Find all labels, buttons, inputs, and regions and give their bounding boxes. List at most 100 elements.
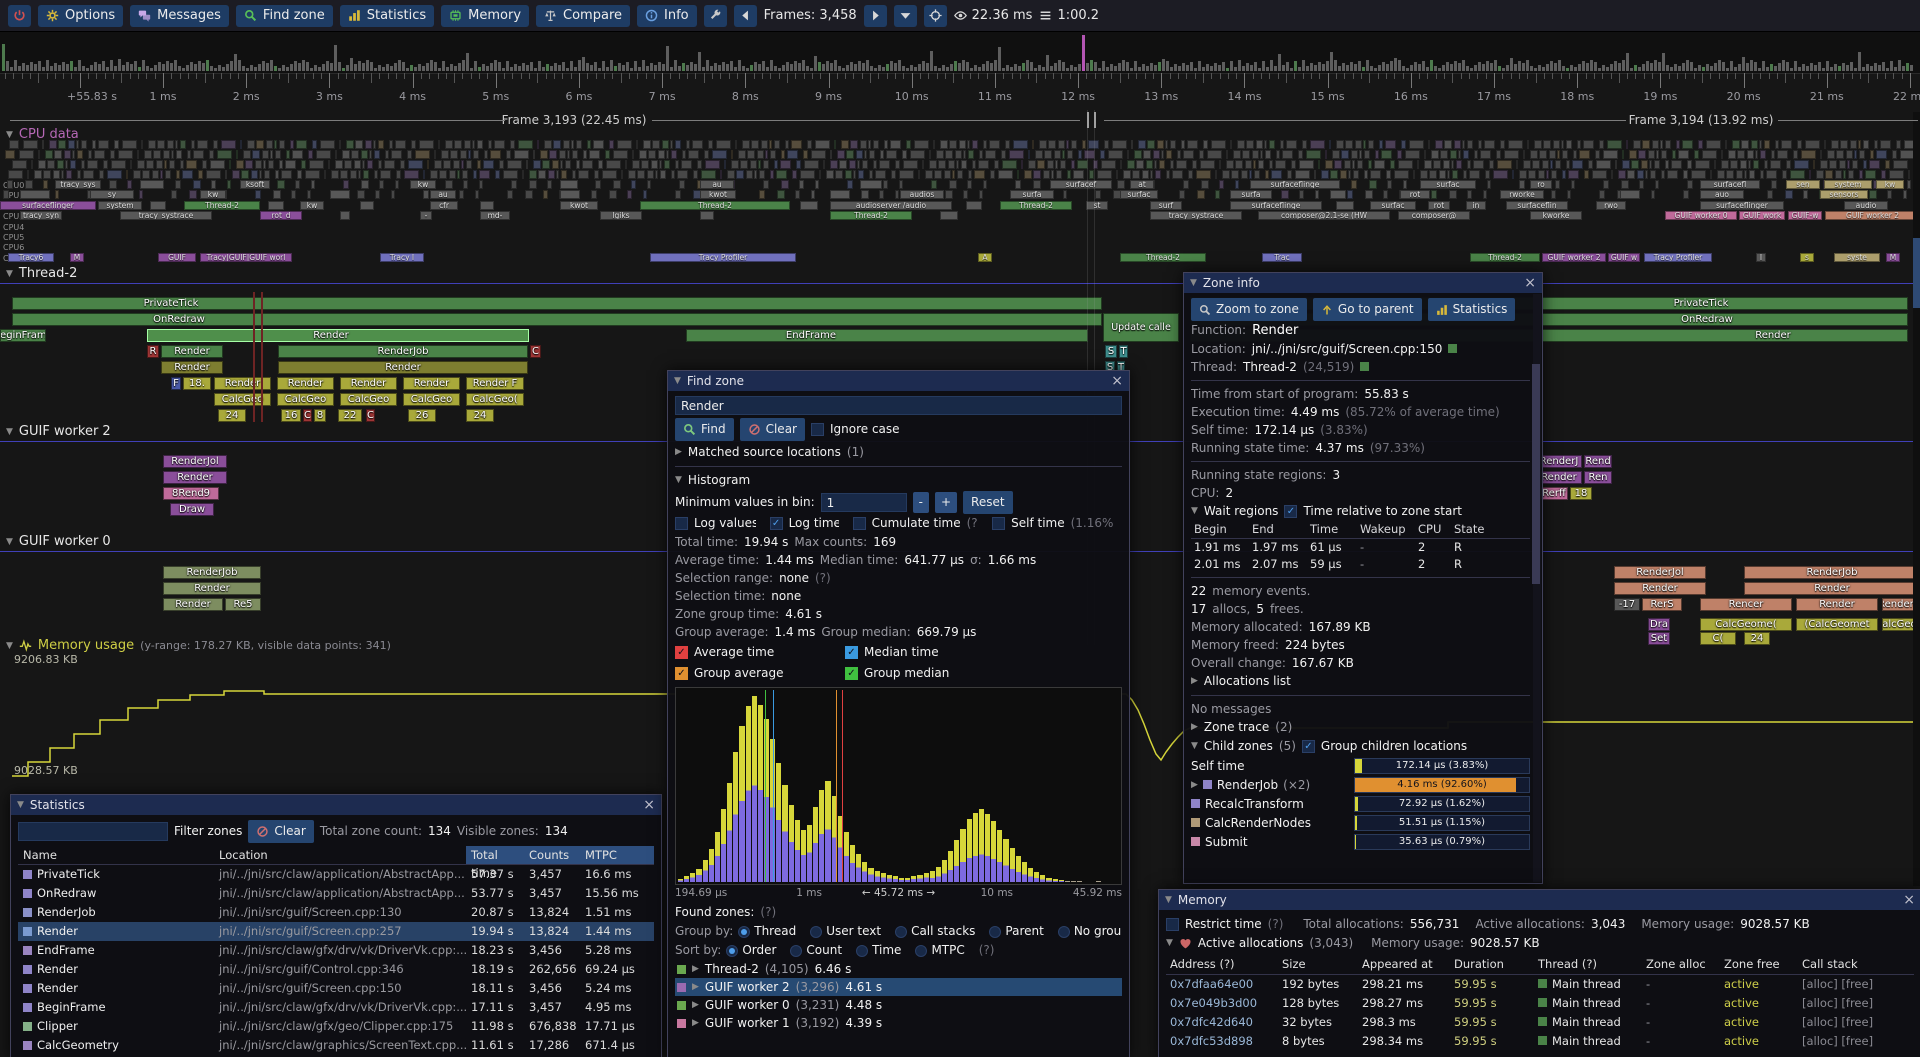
minimap-frame-bar[interactable] (1654, 60, 1657, 71)
minimap-frame-bar[interactable] (254, 67, 257, 71)
cpu-usage-segment[interactable] (529, 180, 537, 189)
cpu-usage-segment[interactable] (602, 170, 617, 179)
cpu-usage-segment[interactable] (1870, 150, 1874, 159)
cpu-usage-segment[interactable] (1104, 140, 1109, 149)
cpu-usage-segment[interactable] (720, 170, 722, 179)
cpu-usage-segment[interactable] (857, 160, 860, 169)
cpu-usage-segment[interactable] (503, 170, 518, 179)
cpu-usage-segment[interactable] (561, 170, 567, 179)
minimap-frame-bar[interactable] (570, 61, 573, 71)
cpu-usage-segment[interactable] (1567, 190, 1571, 199)
cpu-usage-segment[interactable] (241, 170, 249, 179)
cpu-usage-segment[interactable] (477, 140, 483, 149)
minimap-frame-bar[interactable] (38, 61, 41, 71)
cpu-usage-segment[interactable] (774, 160, 778, 169)
cpu-usage-segment[interactable] (1100, 150, 1105, 159)
cpu-usage-segment[interactable] (1078, 150, 1082, 159)
cpu-usage-segment[interactable] (1345, 140, 1353, 149)
minimap-frame-bar[interactable] (82, 66, 85, 71)
minimap-frame-bar[interactable] (1866, 64, 1869, 71)
minimap-frame-bar[interactable] (206, 60, 209, 71)
cpu-usage-segment[interactable] (944, 170, 951, 179)
column-header-mtpc[interactable]: MTPC (580, 846, 654, 865)
cpu-usage-segment[interactable] (395, 140, 406, 149)
cpu-usage-segment[interactable] (1230, 140, 1232, 149)
cpu-usage-segment[interactable] (305, 170, 320, 179)
cpu-usage-segment[interactable] (1456, 160, 1462, 169)
cpu-zone[interactable]: M (1886, 253, 1900, 262)
minimap-frame-bar[interactable] (682, 63, 685, 71)
cpu-usage-segment[interactable] (126, 170, 128, 179)
cpu-usage-segment[interactable] (379, 180, 384, 189)
cpu-usage-segment[interactable] (563, 140, 570, 149)
minimap-frame-bar[interactable] (1746, 63, 1749, 71)
cpu-usage-segment[interactable] (1530, 150, 1538, 159)
minimap-frame-bar[interactable] (1286, 62, 1289, 71)
minimap-frame-bar[interactable] (258, 64, 261, 71)
cpu-zone[interactable]: GUIF work (1739, 211, 1785, 220)
cpu-usage-segment[interactable] (1264, 140, 1267, 149)
cpu-usage-segment[interactable] (236, 160, 244, 169)
cpu-usage-segment[interactable] (1231, 170, 1239, 179)
minimap-frame-bar[interactable] (166, 61, 169, 71)
cpu-usage-segment[interactable] (320, 140, 335, 149)
cpu-usage-segment[interactable] (1291, 160, 1296, 169)
cpu-zone[interactable] (150, 201, 166, 210)
cpu-usage-segment[interactable] (76, 140, 79, 149)
cpu-zone[interactable]: surfac (1370, 201, 1416, 210)
cpu-usage-segment[interactable] (697, 160, 702, 169)
minimap-frame-bar[interactable] (1754, 62, 1757, 71)
jump-button[interactable] (894, 5, 917, 27)
cpu-usage-segment[interactable] (1101, 160, 1116, 169)
minimap-frame-bar[interactable] (1750, 60, 1753, 71)
cpu-usage-segment[interactable] (1645, 170, 1648, 179)
cpu-usage-segment[interactable] (648, 150, 656, 159)
cpu-usage-segment[interactable] (834, 140, 836, 149)
cpu-usage-segment[interactable] (1483, 190, 1487, 199)
cpu-usage-segment[interactable] (552, 160, 559, 169)
minimap-frame-bar[interactable] (1458, 63, 1461, 71)
cpu-usage-segment[interactable] (98, 140, 109, 149)
stats-row-name[interactable]: RenderJob (18, 903, 214, 922)
cpu-usage-segment[interactable] (929, 150, 931, 159)
cpu-usage-segment[interactable] (675, 160, 679, 169)
prev-frame-button[interactable] (734, 5, 757, 27)
cpu-usage-segment[interactable] (949, 180, 957, 189)
cpu-usage-segment[interactable] (1846, 150, 1853, 159)
minimap-frame-bar[interactable] (1306, 66, 1309, 71)
minimap-frame-bar[interactable] (1158, 62, 1161, 71)
minimap-frame-bar[interactable] (1882, 62, 1885, 71)
group-by-option-call-stacks[interactable]: Call stacks (895, 922, 975, 941)
cpu-usage-segment[interactable] (1595, 150, 1600, 159)
cpu-usage-segment[interactable] (1431, 190, 1437, 199)
minimap-frame-bar[interactable] (990, 63, 993, 71)
minimap-frame-bar[interactable] (1190, 62, 1193, 71)
minimap-frame-bar[interactable] (1602, 65, 1605, 71)
cpu-usage-segment[interactable] (1001, 150, 1006, 159)
cpu-usage-segment[interactable] (1463, 150, 1469, 159)
expand-icon[interactable]: ▶ (692, 982, 699, 992)
cpu-usage-segment[interactable] (1265, 170, 1269, 179)
cpu-usage-segment[interactable] (1557, 150, 1560, 159)
minimap-frame-bar[interactable] (366, 60, 369, 71)
timeline-zone[interactable]: Render (340, 377, 397, 390)
minimap-frame-bar[interactable] (1166, 61, 1169, 71)
minimap-frame-bar[interactable] (1874, 63, 1877, 71)
cpu-usage-segment[interactable] (587, 140, 591, 149)
cpu-usage-segment[interactable] (1825, 170, 1833, 179)
minimap-frame-bar[interactable] (822, 64, 825, 71)
minimap-frame-bar[interactable] (1038, 65, 1041, 71)
stats-row-total-time[interactable]: 18.11 s (466, 979, 524, 998)
minimap-frame-bar[interactable] (1350, 62, 1353, 71)
cpu-usage-segment[interactable] (1353, 170, 1359, 179)
stats-row-total-time[interactable]: 19.94 s (466, 922, 524, 941)
cpu-usage-segment[interactable] (1473, 160, 1484, 169)
cpu-usage-segment[interactable] (701, 170, 716, 179)
log-values-checkbox[interactable]: ✓ (675, 517, 688, 530)
cpu-usage-segment[interactable] (1215, 190, 1220, 199)
minimap-frame-bar[interactable] (1690, 62, 1693, 71)
cpu-usage-segment[interactable] (1379, 140, 1383, 149)
cpu-usage-segment[interactable] (823, 160, 825, 169)
cpu-usage-segment[interactable] (1726, 170, 1734, 179)
cpu-usage-segment[interactable] (873, 140, 879, 149)
